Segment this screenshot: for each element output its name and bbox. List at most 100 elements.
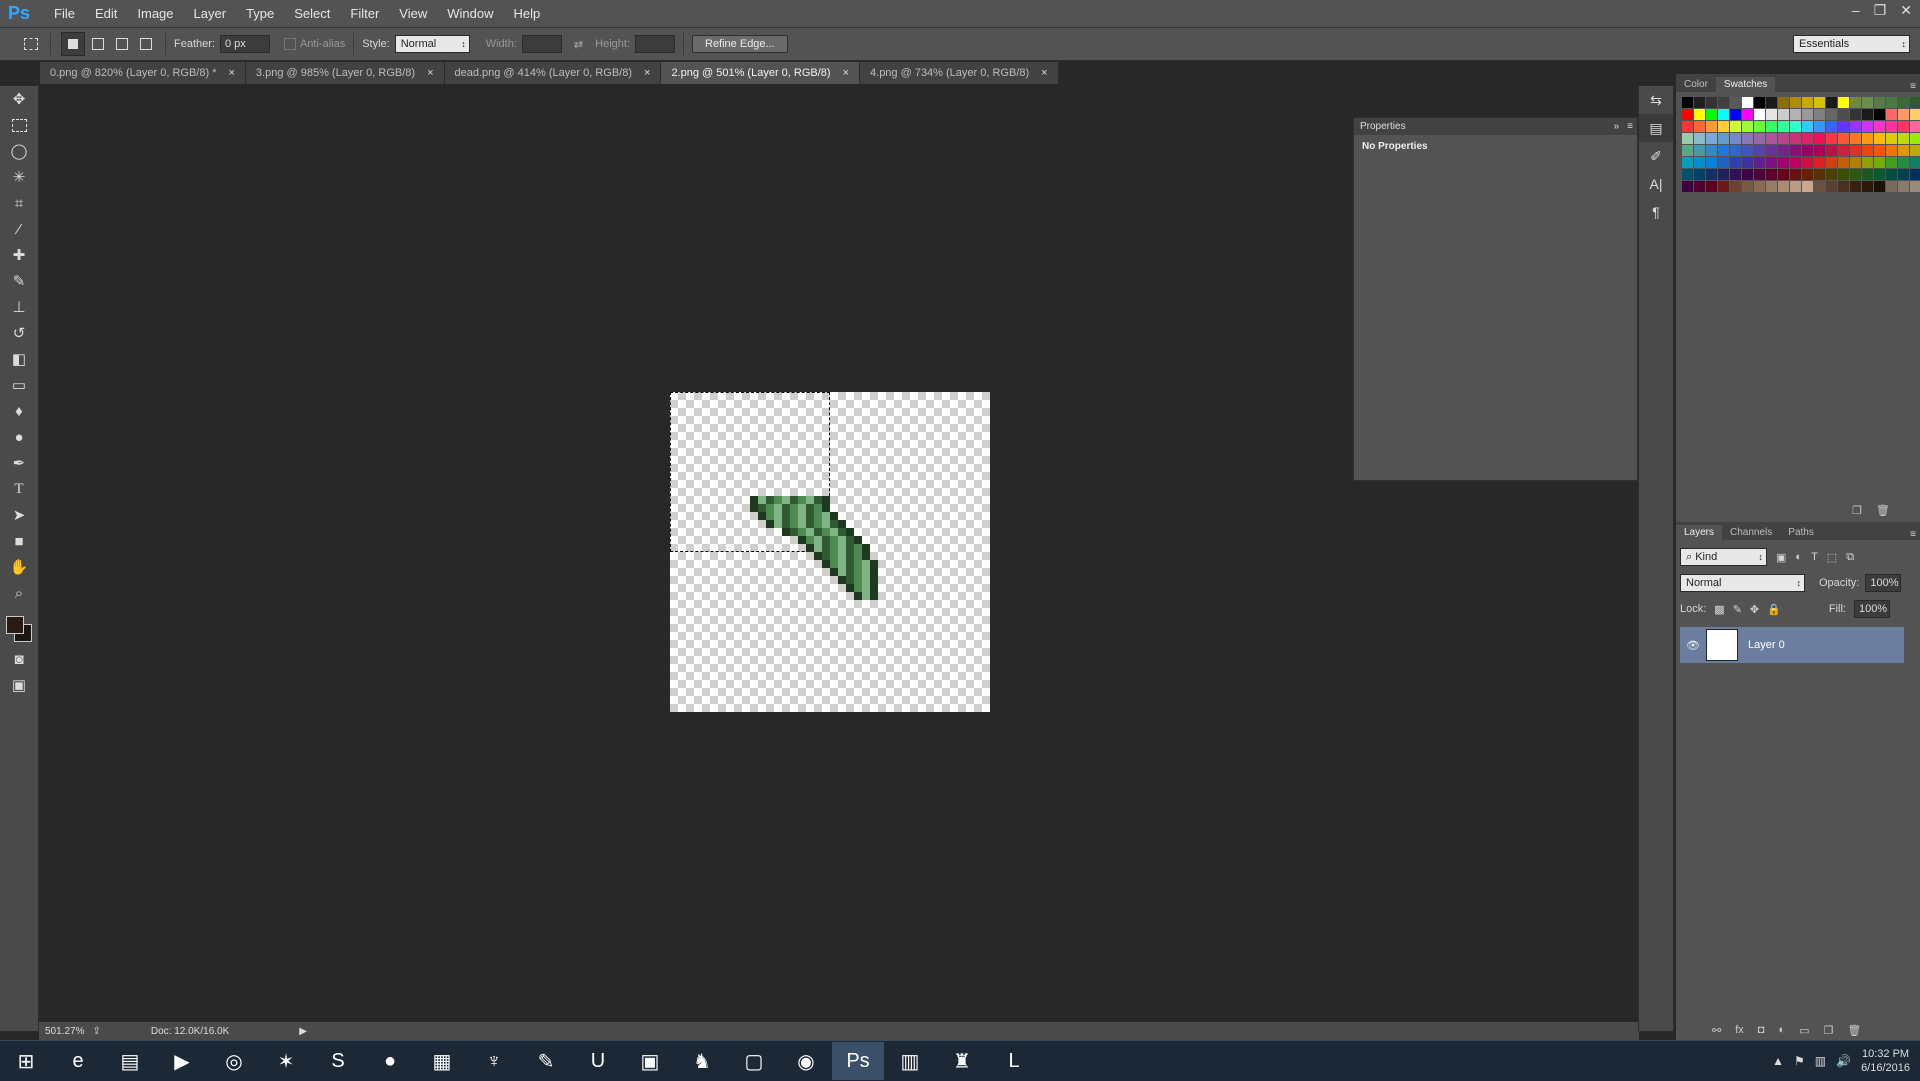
add-selection-button[interactable]	[87, 33, 109, 55]
color-swatch[interactable]	[1694, 121, 1705, 132]
color-swatch[interactable]	[1838, 97, 1849, 108]
color-swatch[interactable]	[1754, 133, 1765, 144]
color-swatch[interactable]	[1838, 169, 1849, 180]
stamp-tool-icon[interactable]: ⊥	[0, 294, 38, 320]
color-swatch[interactable]	[1802, 109, 1813, 120]
chrome-icon[interactable]: ◎	[208, 1042, 260, 1080]
color-swatch[interactable]	[1682, 157, 1693, 168]
color-swatch[interactable]	[1802, 157, 1813, 168]
color-swatch[interactable]	[1790, 169, 1801, 180]
color-swatch[interactable]	[1862, 157, 1873, 168]
color-swatch[interactable]	[1898, 97, 1909, 108]
color-swatch[interactable]	[1838, 157, 1849, 168]
color-swatch[interactable]	[1862, 121, 1873, 132]
lock-position-icon[interactable]: ✥	[1750, 603, 1759, 616]
color-swatch[interactable]	[1718, 97, 1729, 108]
filter-pixel-icon[interactable]: ▣	[1776, 551, 1786, 564]
menu-type[interactable]: Type	[236, 6, 284, 21]
color-swatch[interactable]	[1850, 169, 1861, 180]
subtract-selection-button[interactable]	[111, 33, 133, 55]
color-swatch[interactable]	[1742, 109, 1753, 120]
color-swatch[interactable]	[1682, 145, 1693, 156]
status-arrow-icon[interactable]: ▶	[299, 1026, 307, 1037]
history-brush-tool-icon[interactable]: ↺	[0, 320, 38, 346]
clock[interactable]: 10:32 PM 6/16/2016	[1861, 1047, 1910, 1075]
color-swatch[interactable]	[1706, 133, 1717, 144]
color-swatch[interactable]	[1694, 133, 1705, 144]
notepad-icon[interactable]: ▦	[416, 1042, 468, 1080]
color-swatch[interactable]	[1850, 145, 1861, 156]
menu-filter[interactable]: Filter	[340, 6, 389, 21]
close-tab-icon[interactable]: ×	[228, 62, 234, 84]
menu-window[interactable]: Window	[437, 6, 503, 21]
unity-icon[interactable]: U	[572, 1042, 624, 1080]
color-swatch[interactable]	[1754, 145, 1765, 156]
tab-color[interactable]: Color	[1676, 77, 1716, 92]
color-swatch[interactable]	[1766, 181, 1777, 192]
move-tool-icon[interactable]: ✥	[0, 86, 38, 112]
color-swatch[interactable]	[1874, 157, 1885, 168]
menu-view[interactable]: View	[389, 6, 437, 21]
color-swatch[interactable]	[1778, 109, 1789, 120]
path-selection-tool-icon[interactable]: ➤	[0, 502, 38, 528]
adjustment-layer-icon[interactable]: ◐	[1778, 1024, 1785, 1037]
color-swatch[interactable]	[1730, 157, 1741, 168]
color-swatch[interactable]	[1826, 169, 1837, 180]
color-swatch[interactable]	[1862, 133, 1873, 144]
color-swatch[interactable]	[1766, 97, 1777, 108]
color-swatch[interactable]	[1802, 97, 1813, 108]
panel-menu-icon[interactable]: ≡	[1627, 121, 1633, 132]
color-swatch[interactable]	[1682, 121, 1693, 132]
gradient-tool-icon[interactable]: ▭	[0, 372, 38, 398]
paragraph-panel-icon[interactable]: ¶	[1639, 198, 1673, 226]
character-panel-icon[interactable]: A|	[1639, 170, 1673, 198]
color-swatch[interactable]	[1694, 181, 1705, 192]
new-swatch-icon[interactable]: ❐	[1852, 504, 1862, 517]
new-layer-icon[interactable]: ❐	[1824, 1024, 1834, 1037]
color-swatch[interactable]	[1886, 145, 1897, 156]
tray-network-icon[interactable]: ▥	[1815, 1054, 1826, 1068]
color-swatch[interactable]	[1874, 97, 1885, 108]
color-swatch[interactable]	[1802, 133, 1813, 144]
panel-menu-icon[interactable]: ≡	[1910, 529, 1916, 540]
layer-name[interactable]: Layer 0	[1748, 639, 1785, 651]
color-swatch[interactable]	[1910, 109, 1920, 120]
visibility-eye-icon[interactable]: 👁	[1680, 639, 1706, 652]
color-swatch[interactable]	[1886, 157, 1897, 168]
color-swatch[interactable]	[1694, 157, 1705, 168]
type-tool-icon[interactable]: T	[0, 476, 38, 502]
color-swatch[interactable]	[1898, 121, 1909, 132]
feather-input[interactable]: 0 px	[219, 35, 270, 53]
tray-flag-icon[interactable]: ⚑	[1794, 1054, 1805, 1068]
color-swatch[interactable]	[1802, 145, 1813, 156]
color-swatch[interactable]	[1766, 109, 1777, 120]
delete-layer-icon[interactable]: 🗑	[1847, 1024, 1861, 1037]
color-swatch[interactable]	[1742, 121, 1753, 132]
brush-tool-icon[interactable]: ✎	[0, 268, 38, 294]
close-tab-icon[interactable]: ×	[1041, 62, 1047, 84]
color-swatch[interactable]	[1910, 157, 1920, 168]
marquee-tool-preset[interactable]	[20, 33, 42, 55]
swap-icon[interactable]: ⇄	[574, 38, 583, 51]
filter-adjustment-icon[interactable]: ◐	[1795, 551, 1802, 563]
shape-tool-icon[interactable]: ■	[0, 528, 38, 554]
color-swatch[interactable]	[1886, 121, 1897, 132]
color-swatch[interactable]	[1850, 157, 1861, 168]
new-group-icon[interactable]: ▭	[1799, 1024, 1809, 1037]
color-swatch[interactable]	[1826, 145, 1837, 156]
color-swatch[interactable]	[1802, 169, 1813, 180]
steam-like-icon[interactable]: ♆	[468, 1042, 520, 1080]
width-input[interactable]	[521, 35, 562, 53]
pen-tool-icon[interactable]: ✒	[0, 450, 38, 476]
zoom-tool-icon[interactable]: ⌕	[0, 580, 38, 606]
orange-app-icon[interactable]: ●	[364, 1042, 416, 1080]
color-swatch[interactable]	[1682, 97, 1693, 108]
tab-channels[interactable]: Channels	[1722, 525, 1780, 540]
color-swatch[interactable]	[1814, 133, 1825, 144]
color-swatch[interactable]	[1754, 121, 1765, 132]
color-swatch[interactable]	[1754, 169, 1765, 180]
refine-edge-button[interactable]: Refine Edge...	[692, 35, 788, 53]
color-swatch[interactable]	[1838, 121, 1849, 132]
color-swatch[interactable]	[1886, 109, 1897, 120]
marquee-tool-icon[interactable]	[0, 112, 38, 138]
